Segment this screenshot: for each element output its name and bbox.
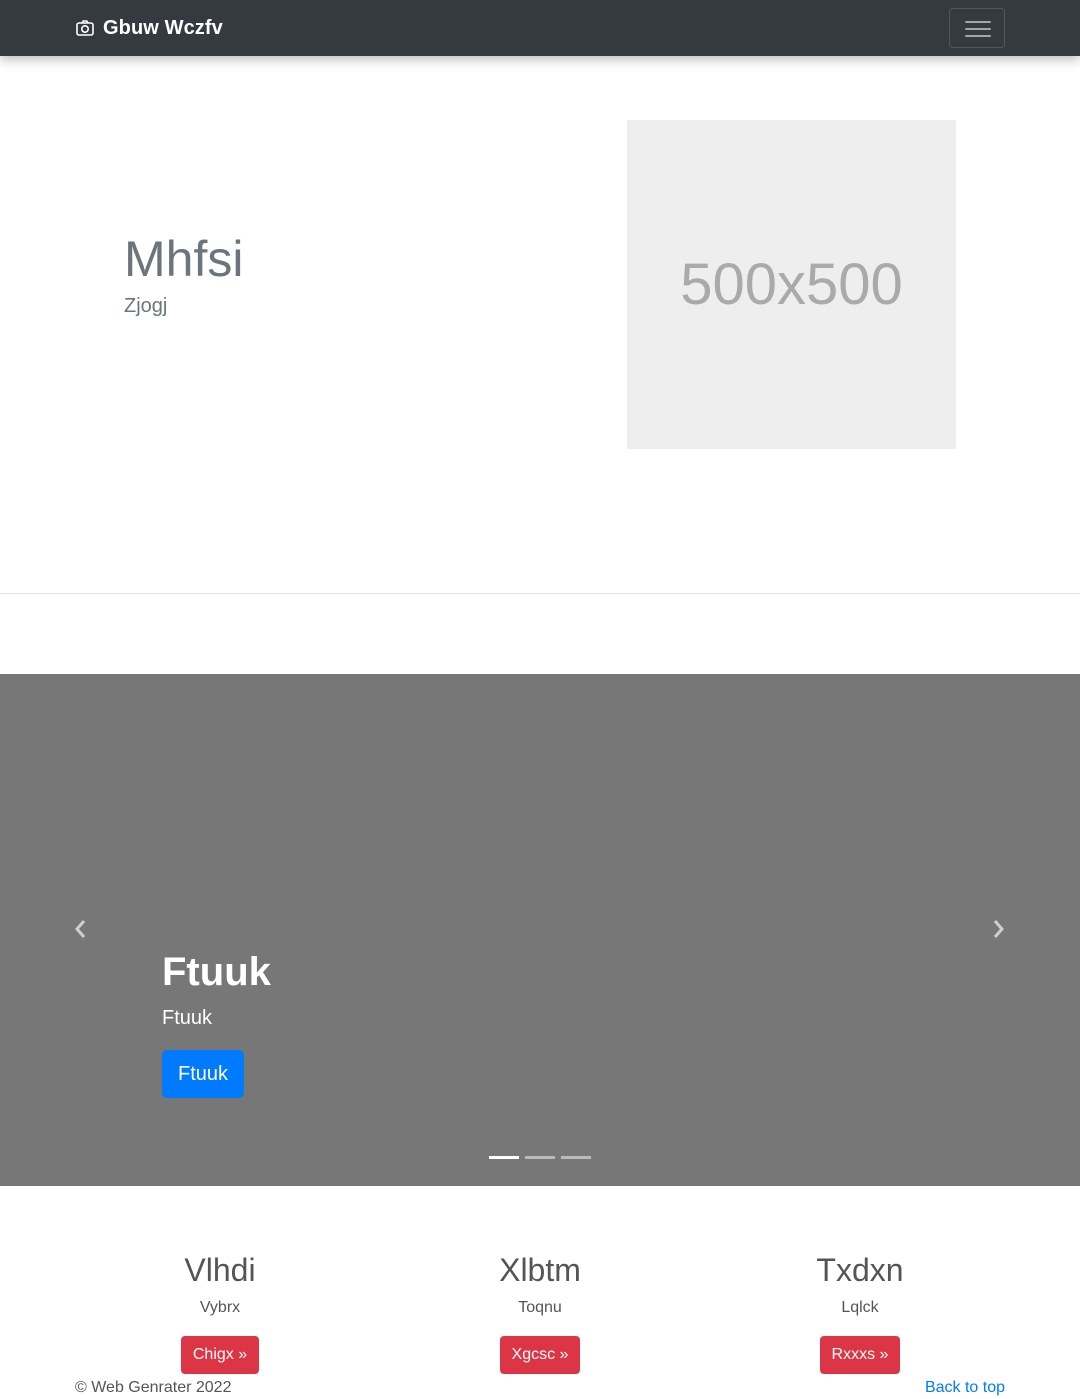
placeholder-label: 500x500 [680, 252, 903, 317]
carousel-indicators [489, 1156, 591, 1159]
brand-link[interactable]: Gbuw Wczfv [75, 16, 223, 40]
carousel-prev-button[interactable] [66, 914, 96, 944]
column-text: Toqnu [518, 1299, 562, 1316]
column-heading: Vlhdi [184, 1252, 256, 1288]
carousel-indicator-3[interactable] [561, 1156, 591, 1159]
column-text: Vybrx [199, 1299, 241, 1316]
back-to-top-link[interactable]: Back to top [925, 1378, 1005, 1398]
hero-title: Mhfsi [124, 231, 244, 287]
carousel-indicator-2[interactable] [525, 1156, 555, 1159]
carousel-caption-text: Ftuuk [162, 1007, 213, 1029]
column-button[interactable]: Chigx » [180, 1336, 260, 1374]
carousel-indicator-1[interactable] [489, 1156, 519, 1159]
column-heading: Txdxn [816, 1252, 904, 1288]
camera-icon [76, 20, 94, 36]
hero-subtitle: Zjogj [124, 295, 168, 317]
chevron-right-icon [993, 920, 1004, 938]
feature-column-1: Vlhdi Vybrx Chigx » [70, 1250, 370, 1374]
column-heading: Xlbtm [499, 1252, 581, 1288]
feature-column-3: Txdxn Lqlck Rxxxs » [710, 1250, 1010, 1374]
column-text: Lqlck [841, 1299, 879, 1316]
navbar-toggler-button[interactable] [949, 8, 1005, 48]
column-button[interactable]: Rxxxs » [819, 1336, 901, 1374]
chevron-left-icon [75, 920, 86, 938]
carousel-caption-button[interactable]: Ftuuk [162, 1050, 245, 1098]
section-divider [0, 593, 1080, 594]
carousel-next-button[interactable] [983, 914, 1013, 944]
navbar: Gbuw Wczfv [0, 0, 1080, 56]
carousel: Ftuuk Ftuuk Ftuuk [0, 674, 1080, 1186]
footer-copyright: © Web Genrater 2022 [75, 1379, 232, 1396]
carousel-caption-title: Ftuuk [162, 950, 271, 994]
column-button[interactable]: Xgcsc » [499, 1336, 581, 1374]
brand-name: Gbuw Wczfv [103, 16, 223, 39]
feature-column-2: Xlbtm Toqnu Xgcsc » [390, 1250, 690, 1374]
hero-placeholder-image: 500x500 [627, 120, 956, 449]
